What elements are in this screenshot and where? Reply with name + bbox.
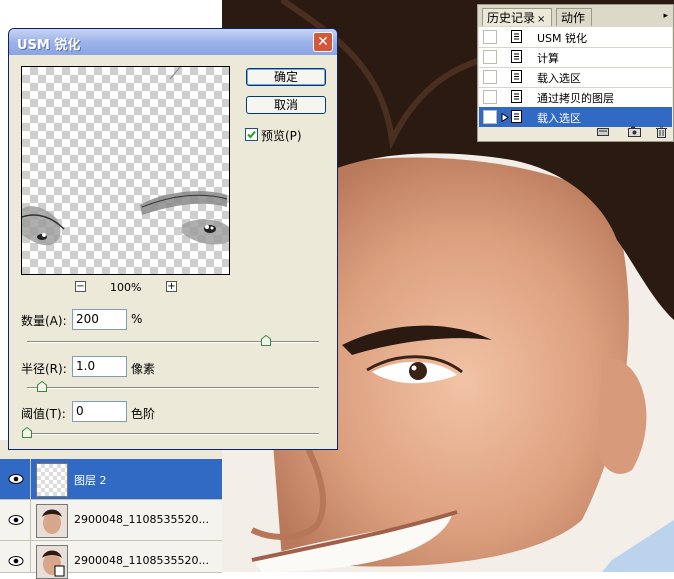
tab-actions[interactable]: 动作	[556, 8, 592, 26]
tab-history[interactable]: 历史记录 ×	[482, 8, 552, 26]
history-palette: 历史记录 × 动作 ▸ USM 锐化 计算 载入选区 通过拷贝的图层 载入选区	[477, 4, 674, 142]
camera-icon[interactable]	[628, 126, 641, 137]
eye-icon[interactable]	[8, 473, 24, 485]
history-item-label: 通过拷贝的图层	[537, 92, 614, 105]
tab-actions-label: 动作	[561, 11, 586, 25]
close-icon[interactable]: ×	[537, 14, 545, 25]
dialog-title: USM 锐化	[17, 38, 81, 53]
divider	[30, 541, 31, 572]
eye-icon[interactable]	[8, 514, 24, 526]
threshold-slider-track[interactable]	[27, 433, 319, 435]
radius-slider-track[interactable]	[27, 387, 319, 389]
layer-name: 2900048_1108535520...	[74, 554, 209, 567]
history-item[interactable]: 载入选区	[479, 67, 672, 88]
history-item-label: 载入选区	[537, 72, 581, 85]
radius-unit: 像素	[131, 362, 156, 376]
amount-slider-thumb[interactable]	[261, 334, 272, 346]
trash-icon[interactable]	[656, 126, 668, 138]
zoom-out-button[interactable]: −	[75, 281, 86, 292]
radius-slider-thumb[interactable]	[36, 380, 47, 392]
layer-thumbnail	[36, 463, 68, 497]
divider	[30, 500, 31, 540]
dialog-titlebar[interactable]: USM 锐化 ✕	[9, 29, 337, 55]
history-step-icon	[511, 50, 523, 63]
amount-slider-track[interactable]	[27, 341, 319, 343]
amount-input[interactable]: 200	[72, 309, 127, 330]
history-item[interactable]: USM 锐化	[479, 27, 672, 48]
ok-button[interactable]: 确定	[246, 68, 326, 86]
layer-name: 2900048_1108535520...	[74, 513, 209, 526]
radius-input[interactable]: 1.0	[72, 356, 127, 377]
divider	[30, 459, 31, 499]
snapshot-checkbox[interactable]	[483, 50, 497, 64]
layer-row[interactable]: 图层 2	[0, 459, 222, 500]
threshold-unit: 色阶	[131, 407, 156, 421]
zoom-in-button[interactable]: +	[166, 281, 177, 292]
history-item[interactable]: 通过拷贝的图层	[479, 87, 672, 108]
history-step-icon	[511, 90, 523, 103]
threshold-label: 阈值(T):	[21, 407, 66, 421]
amount-unit: %	[131, 312, 143, 326]
threshold-input[interactable]: 0	[72, 401, 127, 422]
preview-checkbox[interactable]	[245, 128, 258, 141]
new-document-icon[interactable]	[597, 126, 609, 137]
checkmark-icon	[247, 130, 256, 139]
layer-thumbnail	[36, 545, 68, 579]
history-list: USM 锐化 计算 载入选区 通过拷贝的图层 载入选区	[479, 27, 672, 127]
snapshot-checkbox[interactable]	[483, 30, 497, 44]
history-state-marker-icon	[501, 112, 509, 125]
layer-thumbnail	[36, 504, 68, 538]
layer-name: 图层 2	[74, 474, 107, 487]
palette-menu-icon[interactable]: ▸	[663, 11, 668, 21]
history-step-icon	[511, 70, 523, 83]
history-item[interactable]: 载入选区	[479, 107, 672, 127]
radius-label: 半径(R):	[21, 362, 67, 376]
preview-area[interactable]	[21, 66, 230, 275]
amount-label: 数量(A):	[21, 314, 67, 328]
zoom-level: 100%	[110, 281, 142, 294]
snapshot-checkbox[interactable]	[483, 90, 497, 104]
unsharp-mask-dialog: USM 锐化 ✕ − 100% + 确定 取消 预览(P) 数量(A): 200…	[8, 28, 338, 450]
threshold-slider-thumb[interactable]	[22, 426, 32, 438]
history-step-icon	[511, 110, 523, 123]
history-item-label: 计算	[537, 52, 559, 65]
layer-row[interactable]: 2900048_1108535520...	[0, 500, 222, 541]
layer-row[interactable]: 2900048_1108535520...	[0, 541, 222, 579]
history-tabs: 历史记录 × 动作 ▸	[478, 5, 673, 27]
cancel-button[interactable]: 取消	[246, 96, 326, 114]
history-item[interactable]: 计算	[479, 47, 672, 68]
history-step-icon	[511, 30, 523, 43]
snapshot-checkbox[interactable]	[483, 110, 497, 124]
history-footer	[478, 125, 673, 141]
tab-history-label: 历史记录	[487, 11, 536, 25]
snapshot-checkbox[interactable]	[483, 70, 497, 84]
history-item-label: 载入选区	[537, 112, 581, 125]
history-item-label: USM 锐化	[537, 32, 588, 45]
eye-icon[interactable]	[8, 555, 24, 567]
close-button[interactable]: ✕	[313, 32, 333, 52]
preview-label: 预览(P)	[261, 129, 302, 143]
preview-content	[22, 67, 229, 246]
